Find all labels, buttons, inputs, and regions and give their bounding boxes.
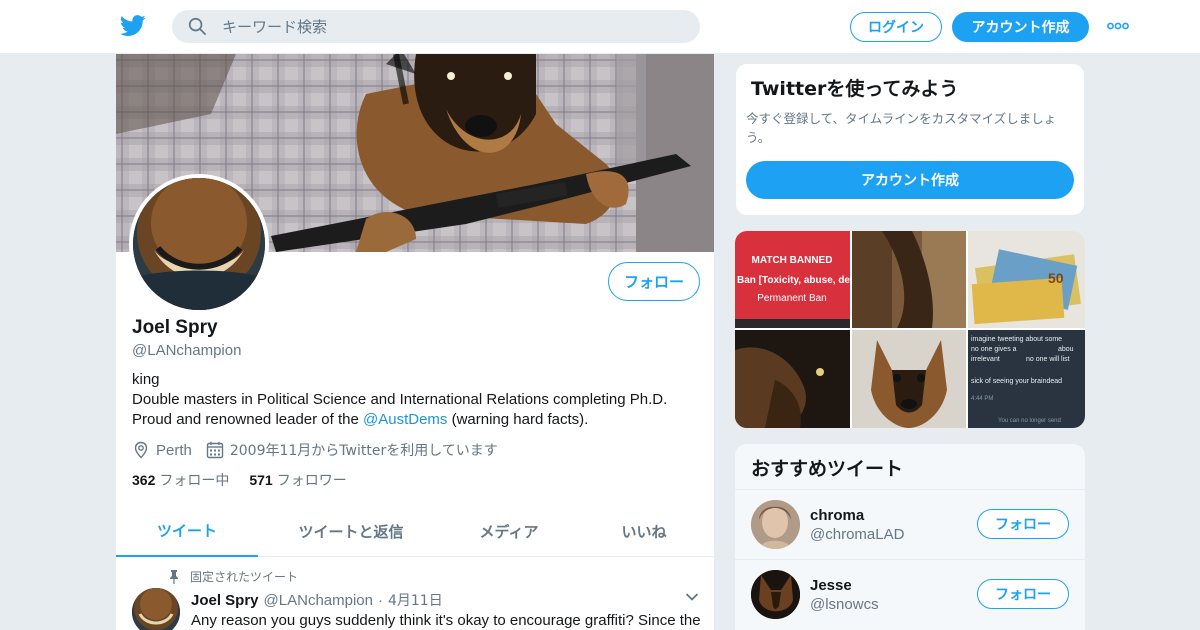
calendar-icon — [206, 441, 224, 459]
profile-name[interactable]: Joel Spry — [132, 317, 218, 339]
chevron-down-icon[interactable] — [685, 592, 699, 602]
twitter-bird-icon[interactable] — [120, 14, 146, 38]
signup-card-title: Twitterを使ってみよう — [751, 78, 959, 100]
search-input[interactable] — [222, 10, 682, 43]
media-thumb-6-time: 4:44 PM — [971, 396, 993, 402]
top-navigation-bar: ログイン アカウント作成 — [0, 0, 1200, 54]
media-thumb-6-line2b: abou — [1058, 346, 1074, 353]
pinned-tweet-label: 固定されたツイート — [168, 568, 298, 585]
media-thumb-6-line1: imagine tweeting about some — [971, 336, 1062, 343]
following-stat[interactable]: 362 フォロー中 — [132, 470, 229, 490]
profile-join-date: 2009年11月からTwitterを利用しています — [229, 443, 498, 459]
suggested-avatar[interactable] — [751, 500, 800, 549]
profile-handle[interactable]: @LANchampion — [132, 342, 241, 359]
bio-line-1: king — [132, 371, 160, 388]
search-box[interactable] — [172, 10, 700, 43]
media-thumb-6-line3a: irrelevant — [971, 356, 1000, 363]
media-thumb-3-note: 50 — [1048, 270, 1064, 286]
tweet-header: Joel Spry @LANchampion · 4月11日 — [191, 590, 443, 610]
login-button[interactable]: ログイン — [850, 12, 942, 42]
suggested-handle[interactable]: @chromaLAD — [810, 526, 904, 543]
profile-column: フォロー Joel Spry @LANchampion king Double … — [115, 54, 715, 630]
bio-line-2: Double masters in Political Science and … — [132, 390, 702, 430]
bio-mention-link[interactable]: @AustDems — [363, 411, 447, 428]
suggested-name[interactable]: chroma — [810, 507, 864, 524]
signup-card: Twitterを使ってみよう 今すぐ登録して、タイムラインをカスタマイズしましょ… — [735, 63, 1085, 216]
profile-stats: 362 フォロー中 571 フォロワー — [132, 470, 367, 490]
followers-label: フォロワー — [276, 473, 347, 489]
media-thumb-3[interactable]: 50 — [968, 231, 1085, 328]
more-icon[interactable] — [1107, 20, 1129, 32]
media-thumb-1-title: MATCH BANNED — [752, 255, 833, 266]
media-thumb-6-line3b: no one will list — [1026, 356, 1070, 363]
media-grid: MATCH BANNED Ban [Toxicity, abuse, de Pe… — [735, 231, 1085, 428]
pinned-label-text: 固定されたツイート — [190, 570, 299, 584]
location-pin-icon — [134, 441, 148, 459]
tab-media[interactable]: メディア — [444, 506, 574, 557]
suggested-handle[interactable]: @lsnowcs — [810, 596, 879, 613]
signup-card-button[interactable]: アカウント作成 — [746, 161, 1074, 199]
tweet-author-name[interactable]: Joel Spry — [191, 592, 259, 609]
tab-likes[interactable]: いいね — [574, 506, 714, 557]
profile-tabs: ツイート ツイートと返信 メディア いいね — [116, 506, 714, 557]
tweet-separator: · — [377, 592, 383, 609]
tweet-text: Any reason you guys suddenly think it's … — [191, 612, 701, 629]
follow-button[interactable]: フォロー — [608, 262, 700, 301]
media-thumb-5[interactable] — [852, 330, 966, 428]
media-thumb-1-reason: Ban [Toxicity, abuse, de — [737, 275, 850, 286]
media-thumb-1[interactable]: MATCH BANNED Ban [Toxicity, abuse, de Pe… — [735, 231, 850, 328]
profile-location: Perth — [156, 441, 192, 459]
media-thumb-6-line4: sick of seeing your braindead — [971, 378, 1062, 385]
bio-text-end: (warning hard facts). — [447, 411, 589, 428]
profile-bio: king Double masters in Political Science… — [132, 370, 702, 430]
signup-button[interactable]: アカウント作成 — [952, 12, 1089, 42]
media-thumb-6-line2a: no one gives a — [971, 346, 1017, 353]
suggested-name[interactable]: Jesse — [810, 577, 852, 594]
tweet-author-avatar[interactable] — [132, 588, 180, 630]
pin-icon — [170, 569, 178, 584]
suggested-accounts-card: おすすめツイート chroma @chromaLAD フォロー Jesse @l… — [735, 444, 1085, 630]
profile-avatar[interactable] — [129, 174, 269, 314]
tweet-author-handle[interactable]: @LANchampion — [264, 592, 373, 609]
suggested-follow-button[interactable]: フォロー — [977, 579, 1069, 609]
following-count: 362 — [132, 472, 156, 488]
media-thumb-6[interactable]: imagine tweeting about some no one gives… — [968, 330, 1085, 428]
media-thumb-1-ban: Permanent Ban — [757, 293, 827, 304]
following-label: フォロー中 — [159, 473, 230, 489]
tab-tweets[interactable]: ツイート — [116, 506, 258, 557]
suggested-account-row[interactable]: Jesse @lsnowcs フォロー — [735, 559, 1085, 629]
signup-card-description: 今すぐ登録して、タイムラインをカスタマイズしましょう。 — [746, 111, 1057, 145]
followers-stat[interactable]: 571 フォロワー — [249, 470, 346, 490]
tweet-date[interactable]: 4月11日 — [388, 590, 443, 610]
search-icon — [188, 17, 206, 35]
suggested-title: おすすめツイート — [751, 458, 904, 480]
tab-tweets-and-replies[interactable]: ツイートと返信 — [258, 506, 444, 557]
media-thumb-6-footer: You can no longer send — [998, 418, 1061, 424]
suggested-account-row[interactable]: chroma @chromaLAD フォロー — [735, 489, 1085, 559]
suggested-follow-button[interactable]: フォロー — [977, 509, 1069, 539]
media-thumb-4[interactable] — [735, 330, 850, 428]
suggested-avatar[interactable] — [751, 570, 800, 619]
followers-count: 571 — [249, 472, 273, 488]
media-thumb-2[interactable] — [852, 231, 966, 328]
profile-meta: Perth 2009年11月からTwitterを利用しています — [132, 440, 498, 460]
